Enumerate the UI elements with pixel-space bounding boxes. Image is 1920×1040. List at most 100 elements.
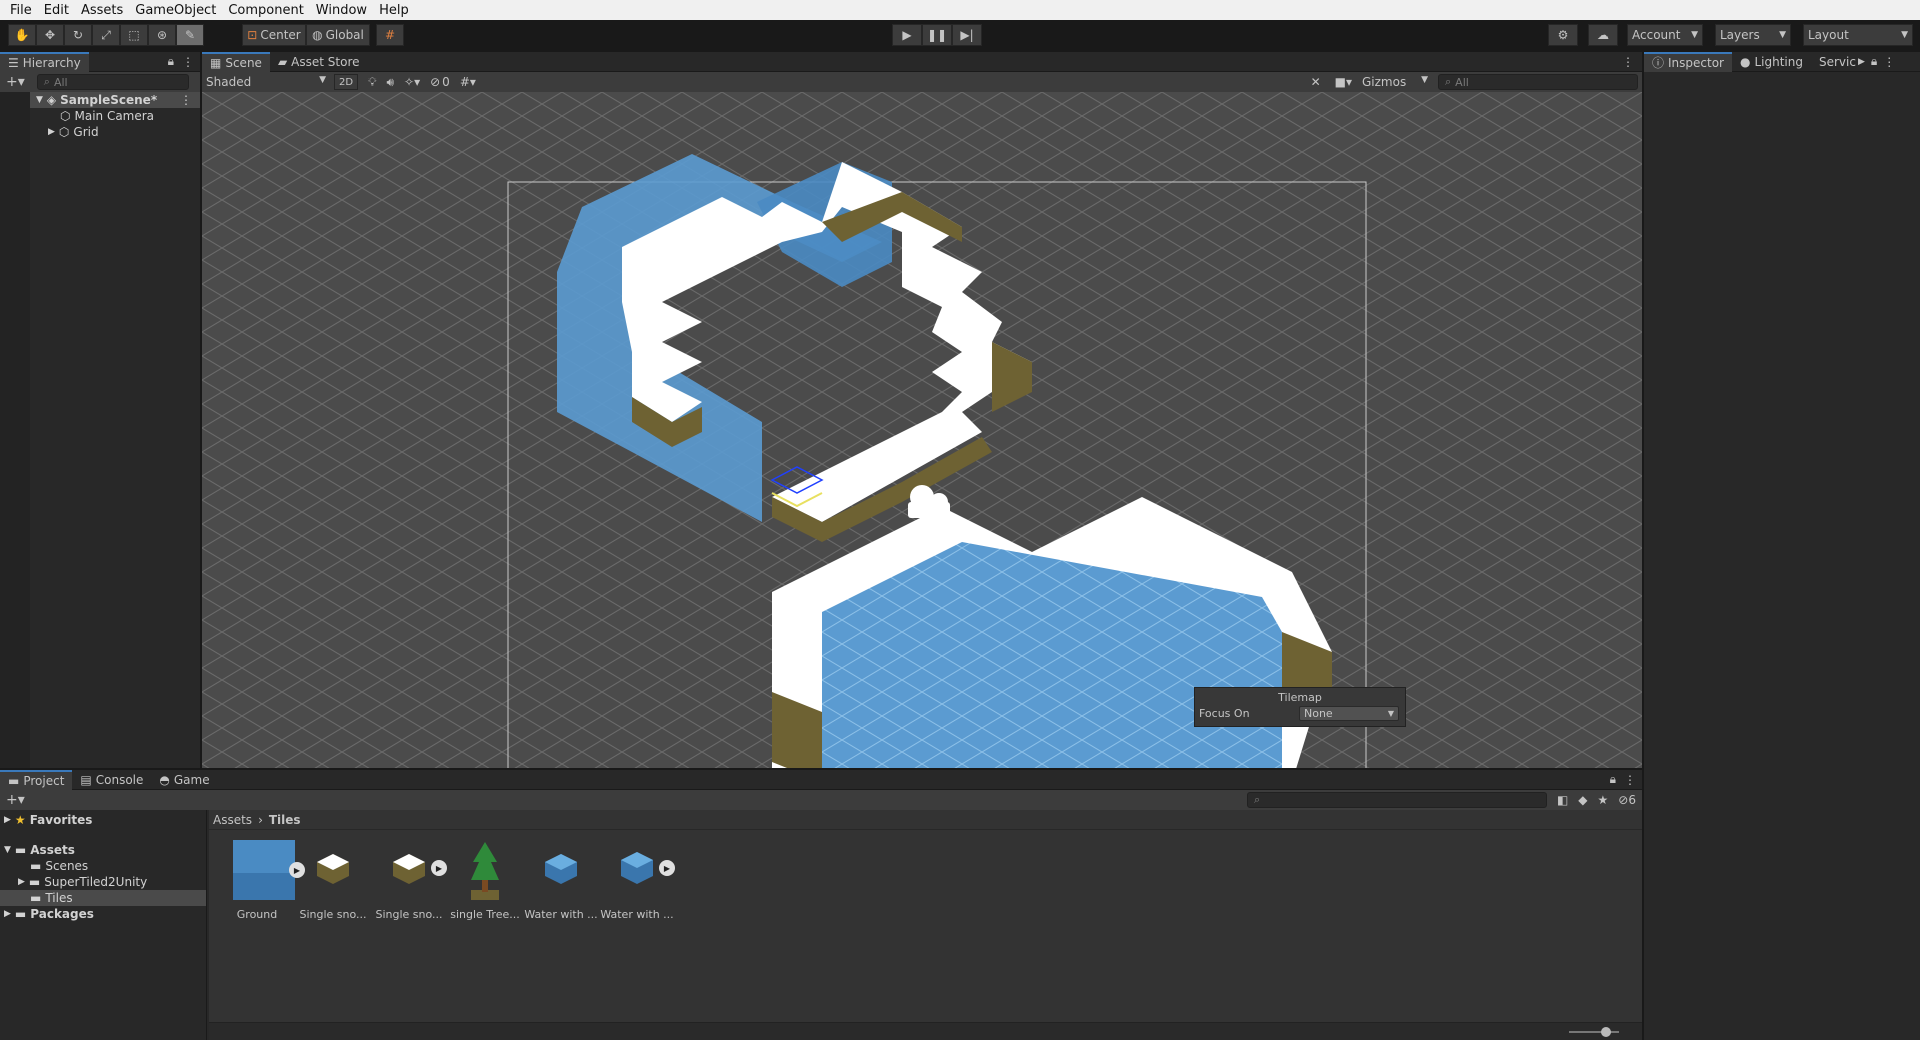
scale-tool-button[interactable]: ⤢: [92, 24, 120, 46]
hierarchy-item-grid[interactable]: ▶ ⬡ Grid: [0, 124, 200, 140]
hidden-objects-count: 0: [442, 75, 450, 89]
hand-tool-button[interactable]: ✋: [8, 24, 36, 46]
play-icon[interactable]: ▶: [659, 860, 675, 876]
grid-toggle-icon[interactable]: #▾: [460, 75, 476, 89]
audio-icon[interactable]: 🔊︎: [386, 75, 394, 90]
more-icon[interactable]: ⋮: [180, 93, 192, 107]
more-icon[interactable]: ⋮: [1624, 773, 1636, 787]
scene-search-input[interactable]: ⌕ All: [1438, 74, 1638, 90]
expand-arrow-icon[interactable]: ▼: [36, 95, 43, 105]
pivot-global-button[interactable]: ◍ Global: [306, 24, 370, 46]
lock-icon[interactable]: 🔒︎: [1610, 772, 1616, 787]
custom-tool-button[interactable]: ✎: [176, 24, 204, 46]
expand-arrow-icon[interactable]: ▶: [48, 127, 55, 137]
lighting-icon[interactable]: 💡︎: [368, 75, 376, 90]
project-panel: ▬ Project ▤ Console ◓ Game 🔒︎ ⋮ +▾ ⌕ ◧ ◆…: [0, 769, 1642, 1040]
tools-icon[interactable]: ✕: [1311, 75, 1321, 89]
menu-help[interactable]: Help: [373, 3, 415, 18]
tab-hierarchy[interactable]: ☰ Hierarchy: [0, 51, 89, 72]
tab-inspector[interactable]: ⓘ Inspector: [1644, 51, 1732, 72]
layers-dropdown[interactable]: Layers ▼: [1715, 24, 1791, 46]
folder-supertiled2unity[interactable]: ▶ ▬ SuperTiled2Unity: [0, 874, 206, 890]
tab-game[interactable]: ◓ Game: [151, 770, 217, 790]
move-tool-button[interactable]: ✥: [36, 24, 64, 46]
project-search-input[interactable]: ⌕: [1246, 792, 1547, 808]
tab-services[interactable]: Servic: [1811, 52, 1858, 72]
more-icon[interactable]: ⋮: [1883, 55, 1895, 69]
menu-assets[interactable]: Assets: [75, 3, 129, 18]
project-tabbar: ▬ Project ▤ Console ◓ Game 🔒︎ ⋮: [0, 769, 1642, 790]
tab-scene[interactable]: ▦ Scene: [202, 51, 270, 72]
tab-lighting[interactable]: ● Lighting: [1732, 52, 1811, 72]
effects-icon[interactable]: ✧▾: [404, 75, 420, 89]
folder-scenes[interactable]: ▬ Scenes: [0, 858, 206, 874]
lightbulb-icon: ●: [1740, 54, 1751, 69]
layout-dropdown[interactable]: Layout ▼: [1803, 24, 1913, 46]
step-button[interactable]: ▶|: [952, 24, 982, 46]
zoom-slider-handle[interactable]: [1601, 1027, 1611, 1037]
lock-icon[interactable]: 🔒︎: [1871, 54, 1877, 69]
expand-arrow-icon[interactable]: ▶: [4, 815, 11, 825]
gizmos-dropdown[interactable]: Gizmos ▼: [1362, 75, 1428, 89]
assets-row[interactable]: ▼ ▬ Assets: [0, 842, 206, 858]
menu-edit[interactable]: Edit: [38, 3, 75, 18]
menu-gameobject[interactable]: GameObject: [129, 3, 222, 18]
more-icon[interactable]: ⋮: [1622, 55, 1634, 69]
transform-tool-button[interactable]: ⊛: [148, 24, 176, 46]
rect-tool-button[interactable]: ⬚: [120, 24, 148, 46]
filter-type-icon[interactable]: ◧: [1557, 793, 1568, 807]
favorites-row[interactable]: ▶ ★ Favorites: [0, 812, 206, 828]
scene-viewport[interactable]: Tilemap Focus On None ▼: [202, 92, 1642, 768]
packages-row[interactable]: ▶ ▬ Packages: [0, 906, 206, 922]
lock-icon[interactable]: 🔒︎: [168, 54, 174, 69]
scene-view[interactable]: [202, 92, 1642, 768]
play-button[interactable]: ▶: [892, 24, 922, 46]
tab-project[interactable]: ▬ Project: [0, 769, 73, 790]
expand-arrow-icon[interactable]: ▼: [4, 845, 11, 855]
cloud-button[interactable]: ☁: [1588, 24, 1618, 46]
hidden-packages-icon[interactable]: ⊘: [1618, 793, 1628, 807]
rect-icon: ⬚: [128, 28, 140, 42]
filter-label-icon[interactable]: ◆: [1578, 793, 1587, 807]
hierarchy-panel: ☰ Hierarchy 🔒︎ ⋮ +▾ ⌕ All ▼ ◈ SampleScen…: [0, 51, 200, 768]
pause-button[interactable]: ❚❚: [922, 24, 952, 46]
tab-asset-store[interactable]: ▰ Asset Store: [270, 52, 368, 72]
tab-overflow-icon[interactable]: ▶: [1858, 57, 1865, 67]
pivot-icon: ⊡: [247, 28, 258, 42]
more-icon[interactable]: ⋮: [182, 55, 194, 69]
hidden-objects-icon[interactable]: ⊘: [430, 75, 440, 89]
breadcrumb-assets[interactable]: Assets: [213, 813, 252, 827]
collab-button[interactable]: ⚙: [1548, 24, 1578, 46]
inspector-panel: ⓘ Inspector ● Lighting Servic ▶ 🔒︎ ⋮: [1644, 51, 1920, 1040]
shading-dropdown[interactable]: Shaded ▼: [206, 75, 326, 89]
expand-arrow-icon[interactable]: ▶: [4, 909, 11, 919]
focus-on-dropdown[interactable]: None ▼: [1299, 706, 1399, 721]
zoom-slider-track[interactable]: [1569, 1031, 1619, 1033]
folder-tiles[interactable]: ▬ Tiles: [0, 890, 206, 906]
scene-row[interactable]: ▼ ◈ SampleScene* ⋮: [0, 92, 200, 108]
snow-tile-icon: [317, 854, 349, 884]
account-dropdown[interactable]: Account ▼: [1627, 24, 1703, 46]
project-folder-tree: ▶ ★ Favorites ▼ ▬ Assets ▬ Scenes ▶ ▬ Su…: [0, 810, 207, 1040]
account-label: Account: [1632, 28, 1681, 42]
menu-window[interactable]: Window: [310, 3, 373, 18]
add-icon[interactable]: +▾: [6, 74, 25, 90]
project-toolbar: +▾ ⌕ ◧ ◆ ★ ⊘ 6: [0, 790, 1642, 810]
grid-snap-button[interactable]: #: [376, 24, 404, 46]
tab-console[interactable]: ▤ Console: [72, 770, 151, 790]
play-icon[interactable]: ▶: [289, 862, 305, 878]
play-icon[interactable]: ▶: [431, 860, 447, 876]
add-icon[interactable]: +▾: [6, 792, 25, 808]
breadcrumb-tiles[interactable]: Tiles: [269, 813, 301, 827]
menu-file[interactable]: File: [4, 3, 38, 18]
favorite-star-icon[interactable]: ★: [1598, 793, 1609, 807]
hierarchy-search-placeholder: All: [53, 75, 68, 89]
hierarchy-search-input[interactable]: ⌕ All: [36, 74, 189, 90]
pivot-center-button[interactable]: ⊡ Center: [242, 24, 306, 46]
rotate-tool-button[interactable]: ↻: [64, 24, 92, 46]
hierarchy-item-main-camera[interactable]: ⬡ Main Camera: [0, 108, 200, 124]
menu-component[interactable]: Component: [222, 3, 309, 18]
expand-arrow-icon[interactable]: ▶: [18, 877, 25, 887]
camera-icon[interactable]: ■▾: [1335, 75, 1352, 89]
mode-2d-button[interactable]: 2D: [334, 74, 359, 90]
